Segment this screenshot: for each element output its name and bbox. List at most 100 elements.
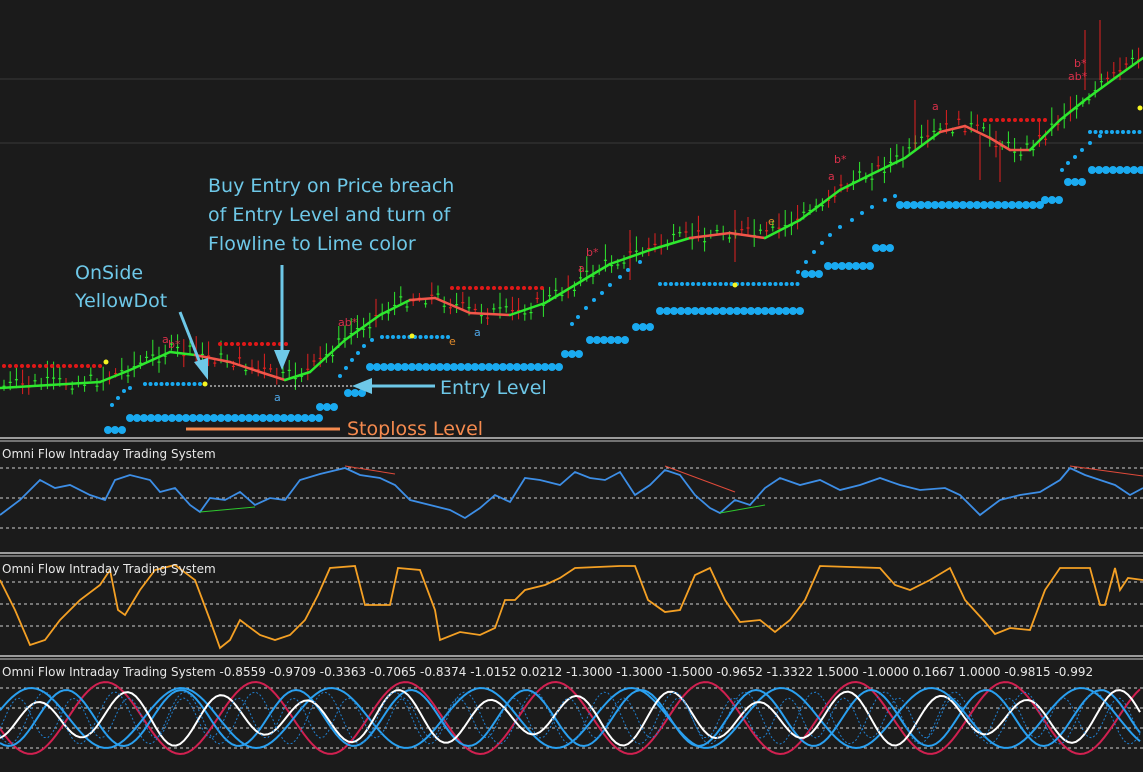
stoploss-dot — [111, 426, 119, 434]
stoploss-dot — [1001, 201, 1009, 209]
stoploss-dot — [614, 336, 622, 344]
stoploss-dot — [548, 363, 556, 371]
stoploss-dot — [1048, 196, 1056, 204]
stoploss-dot — [917, 201, 925, 209]
resistance-dot — [1019, 118, 1023, 122]
signal-marker: b* — [586, 246, 599, 259]
stoploss-dot — [768, 307, 776, 315]
resistance-dot — [248, 342, 252, 346]
onside-yellow-dot — [409, 333, 415, 339]
stoploss-dot — [408, 363, 416, 371]
entry-dot — [570, 322, 574, 326]
resistance-dot — [450, 286, 454, 290]
entry-dot — [584, 306, 588, 310]
stoploss-dot — [351, 389, 359, 397]
entry-dot — [1080, 148, 1084, 152]
stoploss-dot — [478, 363, 486, 371]
entry-dot — [812, 250, 816, 254]
resistance-dot — [1001, 118, 1005, 122]
resistance-dot — [92, 364, 96, 368]
stoploss-dot — [140, 414, 148, 422]
stoploss-dot — [394, 363, 402, 371]
entry-dot — [790, 282, 794, 286]
stoploss-dot — [1116, 166, 1124, 174]
onside-yellow-dot — [202, 381, 208, 387]
stoploss-dot — [607, 336, 615, 344]
resistance-dot — [8, 364, 12, 368]
signal-marker: ab* — [1068, 70, 1088, 83]
entry-dot — [128, 386, 132, 390]
resistance-dot — [236, 342, 240, 346]
onside-yellow-dot — [732, 282, 738, 288]
stoploss-dot — [203, 414, 211, 422]
entry-dot — [192, 382, 197, 386]
stoploss-dot — [808, 270, 816, 278]
entry-dot — [838, 225, 842, 229]
stoploss-dot — [1015, 201, 1023, 209]
stoploss-dot — [801, 270, 809, 278]
entry-dot — [1110, 130, 1114, 134]
resistance-dot — [1031, 118, 1035, 122]
resistance-dot — [468, 286, 472, 290]
entry-dot — [796, 270, 800, 274]
oscillator-1-title: Omni Flow Intraday Trading System — [2, 447, 216, 461]
stoploss-dot — [513, 363, 521, 371]
stoploss-dot — [104, 426, 112, 434]
stoploss-dot — [670, 307, 678, 315]
stoploss-dot — [775, 307, 783, 315]
onside-yellow-dot — [103, 359, 109, 365]
entry-dot — [1104, 130, 1109, 134]
entry-dot — [429, 335, 434, 339]
stoploss-dot — [259, 414, 267, 422]
entry-dot — [344, 366, 348, 370]
resistance-dot — [1043, 118, 1047, 122]
stoploss-dot — [1088, 166, 1096, 174]
stoploss-dot — [924, 201, 932, 209]
resistance-dot — [540, 286, 544, 290]
resistance-dot — [1007, 118, 1011, 122]
entry-dot — [1073, 155, 1077, 159]
oscillator-3-title: Omni Flow Intraday Trading System -0.855… — [2, 665, 1093, 679]
signal-marker: e — [768, 215, 775, 228]
entry-dot — [170, 382, 175, 386]
entry-dot — [1099, 130, 1103, 134]
stoploss-dot — [175, 414, 183, 422]
stoploss-dot — [838, 262, 846, 270]
stoploss-dot — [886, 244, 894, 252]
resistance-dot — [983, 118, 987, 122]
entry-dot — [795, 282, 800, 286]
stoploss-dot — [555, 363, 563, 371]
entry-dot — [362, 344, 366, 348]
stoploss-dot — [910, 201, 918, 209]
stoploss-dot — [1029, 201, 1037, 209]
entry-dot — [658, 282, 662, 286]
entry-dot — [674, 282, 679, 286]
stoploss-dot — [733, 307, 741, 315]
resistance-dot — [995, 118, 999, 122]
resistance-dot — [230, 342, 234, 346]
stoploss-dot — [401, 363, 409, 371]
stoploss-dot — [118, 426, 126, 434]
stoploss-dot — [520, 363, 528, 371]
signal-marker: e — [449, 335, 456, 348]
stoploss-dot — [471, 363, 479, 371]
entry-dot — [850, 218, 854, 222]
entry-dot — [165, 382, 169, 386]
stoploss-dot — [196, 414, 204, 422]
entry-dot — [685, 282, 690, 286]
stoploss-dot — [691, 307, 699, 315]
stoploss-dot — [852, 262, 860, 270]
resistance-dot — [38, 364, 42, 368]
entry-dot — [1066, 161, 1070, 165]
entry-dot — [696, 282, 701, 286]
stoploss-dot — [639, 323, 647, 331]
stoploss-dot — [387, 363, 395, 371]
stoploss-dot — [1071, 178, 1079, 186]
resistance-dot — [14, 364, 18, 368]
stoploss-dot — [422, 363, 430, 371]
stoploss-dot — [429, 363, 437, 371]
entry-dot — [713, 282, 717, 286]
stoploss-dot — [677, 307, 685, 315]
stoploss-dot — [1041, 196, 1049, 204]
entry-dot — [424, 335, 428, 339]
